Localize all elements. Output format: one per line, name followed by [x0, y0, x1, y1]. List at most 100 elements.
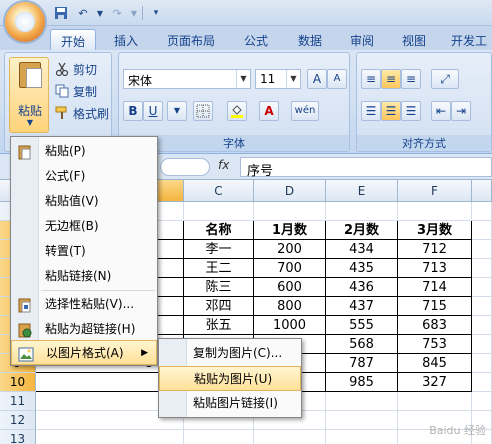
grid-cell[interactable]: 434 — [326, 240, 398, 259]
grid-cell[interactable]: 753 — [398, 335, 472, 354]
grid-cell[interactable] — [184, 202, 254, 221]
fill-color-button[interactable] — [227, 101, 247, 121]
undo-icon[interactable]: ↶ — [74, 5, 92, 21]
underline-dropdown[interactable]: ▼ — [167, 101, 187, 121]
column-header-d[interactable]: D — [254, 180, 326, 202]
grid-cell[interactable]: 985 — [326, 373, 398, 392]
font-size-combo[interactable]: 11 ▼ — [255, 69, 301, 89]
tab-page-layout[interactable]: 页面布局 — [160, 29, 222, 50]
grid-cell[interactable] — [472, 335, 492, 354]
bold-button[interactable]: B — [123, 101, 143, 121]
grid-cell[interactable]: 713 — [398, 259, 472, 278]
align-right-button[interactable]: ☰ — [401, 101, 421, 121]
row-header[interactable]: 11 — [0, 392, 36, 411]
align-bottom-button[interactable]: ≡ — [401, 69, 421, 89]
grid-cell[interactable]: 437 — [326, 297, 398, 316]
grid-cell[interactable] — [36, 430, 184, 444]
menu-item-paste-picture-link[interactable]: 粘贴图片链接(I) — [159, 391, 301, 416]
menu-item-paste-link[interactable]: 粘贴链接(N) — [11, 264, 157, 289]
cut-button[interactable]: 剪切 — [55, 59, 97, 79]
grid-cell[interactable] — [326, 392, 398, 411]
undo-dropdown-icon[interactable]: ▼ — [96, 5, 104, 21]
grid-cell[interactable] — [472, 221, 492, 240]
grid-cell[interactable]: 800 — [254, 297, 326, 316]
increase-indent-button[interactable]: ⇥ — [451, 101, 471, 121]
tab-review[interactable]: 审阅 — [342, 29, 382, 50]
grid-cell[interactable]: 1月数 — [254, 221, 326, 240]
function-icon[interactable]: fx — [218, 158, 229, 172]
menu-item-paste-special[interactable]: 选择性粘贴(V)... — [11, 292, 157, 317]
menu-item-copy-as-picture[interactable]: 复制为图片(C)... — [159, 341, 301, 366]
formula-input[interactable]: 序号 — [240, 157, 492, 179]
grid-cell[interactable] — [472, 373, 492, 392]
grid-cell[interactable] — [472, 316, 492, 335]
chevron-down-icon[interactable]: ▼ — [236, 70, 250, 88]
grid-cell[interactable]: 王二 — [184, 259, 254, 278]
phonetic-button[interactable]: wén — [291, 101, 319, 121]
menu-item-paste-values[interactable]: 粘贴值(V) — [11, 189, 157, 214]
grid-cell[interactable]: 712 — [398, 240, 472, 259]
grid-cell[interactable]: 568 — [326, 335, 398, 354]
grid-cell[interactable]: 683 — [398, 316, 472, 335]
font-color-button[interactable]: A — [259, 101, 279, 121]
column-header-e[interactable]: E — [326, 180, 398, 202]
grid-cell[interactable]: 名称 — [184, 221, 254, 240]
office-button[interactable] — [5, 2, 45, 42]
align-middle-button[interactable]: ≡ — [381, 69, 401, 89]
grid-cell[interactable]: 张五 — [184, 316, 254, 335]
grid-cell[interactable] — [472, 392, 492, 411]
grid-cell[interactable] — [326, 411, 398, 430]
grid-cell[interactable]: 714 — [398, 278, 472, 297]
decrease-indent-button[interactable]: ⇤ — [431, 101, 451, 121]
copy-button[interactable]: 复制 — [55, 81, 97, 101]
grid-cell[interactable]: 邓四 — [184, 297, 254, 316]
grid-cell[interactable] — [254, 202, 326, 221]
grid-cell[interactable] — [326, 202, 398, 221]
font-name-combo[interactable]: 宋体 ▼ — [123, 69, 251, 89]
grid-cell[interactable]: 200 — [254, 240, 326, 259]
tab-insert[interactable]: 插入 — [106, 29, 146, 50]
redo-icon[interactable]: ↷ — [108, 5, 126, 21]
menu-item-paste-as-picture[interactable]: 粘贴为图片(U) — [159, 366, 301, 391]
column-header-c[interactable]: C — [184, 180, 254, 202]
column-header-f[interactable]: F — [398, 180, 472, 202]
row-header[interactable]: 13 — [0, 430, 36, 444]
grid-cell[interactable]: 700 — [254, 259, 326, 278]
menu-item-transpose[interactable]: 转置(T) — [11, 239, 157, 264]
customize-qat-icon[interactable]: ▾ — [147, 5, 165, 21]
menu-item-as-picture[interactable]: 以图片格式(A) ▶ — [11, 340, 157, 365]
grid-cell[interactable] — [254, 430, 326, 444]
grid-cell[interactable]: 李一 — [184, 240, 254, 259]
grid-cell[interactable] — [184, 430, 254, 444]
grid-cell[interactable]: 327 — [398, 373, 472, 392]
column-header-g[interactable] — [472, 180, 492, 202]
grid-cell[interactable]: 陈三 — [184, 278, 254, 297]
grid-cell[interactable] — [472, 202, 492, 221]
orientation-button[interactable]: ⤢ — [431, 69, 459, 89]
menu-item-formulas[interactable]: 公式(F) — [11, 164, 157, 189]
grid-cell[interactable]: 555 — [326, 316, 398, 335]
tab-developer[interactable]: 开发工 — [446, 29, 492, 50]
align-top-button[interactable]: ≡ — [361, 69, 381, 89]
grid-cell[interactable] — [472, 297, 492, 316]
formula-bar-expand[interactable] — [160, 158, 210, 176]
grid-cell[interactable] — [398, 392, 472, 411]
tab-home[interactable]: 开始 — [50, 29, 96, 50]
menu-item-paste-as-hyperlink[interactable]: 粘贴为超链接(H) — [11, 317, 157, 342]
grid-cell[interactable]: 715 — [398, 297, 472, 316]
align-left-button[interactable]: ☰ — [361, 101, 381, 121]
save-icon[interactable] — [52, 5, 70, 21]
align-center-button[interactable]: ☰ — [381, 101, 401, 121]
grid-cell[interactable]: 600 — [254, 278, 326, 297]
grow-font-button[interactable]: A — [307, 69, 327, 89]
tab-data[interactable]: 数据 — [290, 29, 330, 50]
grid-cell[interactable] — [472, 278, 492, 297]
grid-cell[interactable]: 3月数 — [398, 221, 472, 240]
grid-cell[interactable]: 435 — [326, 259, 398, 278]
tab-formulas[interactable]: 公式 — [236, 29, 276, 50]
row-header[interactable]: 10 — [0, 373, 36, 392]
grid-cell[interactable]: 845 — [398, 354, 472, 373]
grid-cell[interactable]: 2月数 — [326, 221, 398, 240]
grid-cell[interactable] — [398, 202, 472, 221]
grid-cell[interactable]: 787 — [326, 354, 398, 373]
